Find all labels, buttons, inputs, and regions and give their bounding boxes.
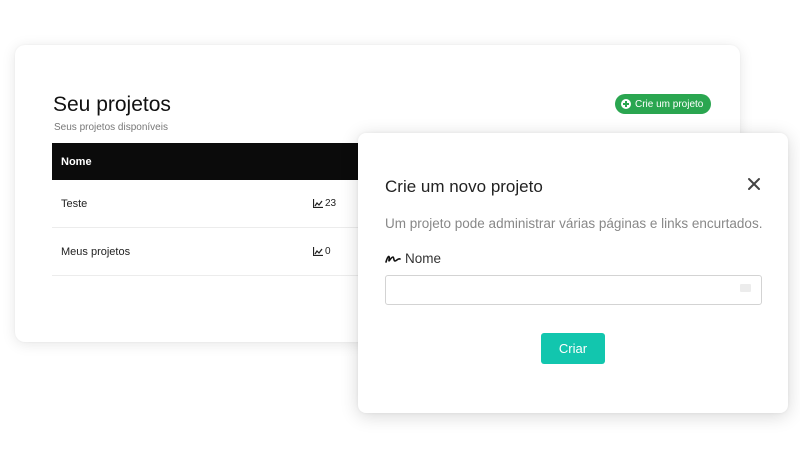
plus-circle-icon <box>621 99 631 109</box>
create-button[interactable]: Criar <box>541 333 605 364</box>
page: Seu projetos Seus projetos disponíveis C… <box>0 0 800 450</box>
chart-icon <box>313 199 323 208</box>
project-count: 23 <box>325 198 337 209</box>
input-autofill-icon <box>740 284 751 292</box>
modal-title: Crie um novo projeto <box>385 177 543 196</box>
project-stats: 0 <box>313 246 331 257</box>
column-header-name: Nome <box>61 155 92 168</box>
create-project-button[interactable]: Crie um projeto <box>615 94 712 114</box>
project-stats: 23 <box>313 198 336 209</box>
create-project-label: Crie um projeto <box>635 98 704 110</box>
table-row[interactable]: Meus projetos 0 <box>52 228 372 276</box>
project-name[interactable]: Teste <box>61 198 87 210</box>
projects-table: Nome Teste 23 Meus projetos 0 <box>52 143 372 276</box>
create-project-modal: Crie um novo projeto Um projeto pode adm… <box>358 133 788 413</box>
page-title: Seu projetos <box>53 93 171 116</box>
page-subtitle: Seus projetos disponíveis <box>54 122 168 133</box>
project-name[interactable]: Meus projetos <box>61 246 130 258</box>
close-icon[interactable] <box>747 177 761 191</box>
table-header: Nome <box>52 143 372 180</box>
name-label-text: Nome <box>405 251 442 266</box>
signature-icon <box>385 255 401 263</box>
project-name-input[interactable] <box>385 275 762 305</box>
project-count: 0 <box>325 246 331 257</box>
table-row[interactable]: Teste 23 <box>52 180 372 228</box>
name-field-label: Nome <box>385 251 441 266</box>
chart-icon <box>313 247 323 256</box>
modal-description: Um projeto pode administrar várias págin… <box>385 216 763 231</box>
